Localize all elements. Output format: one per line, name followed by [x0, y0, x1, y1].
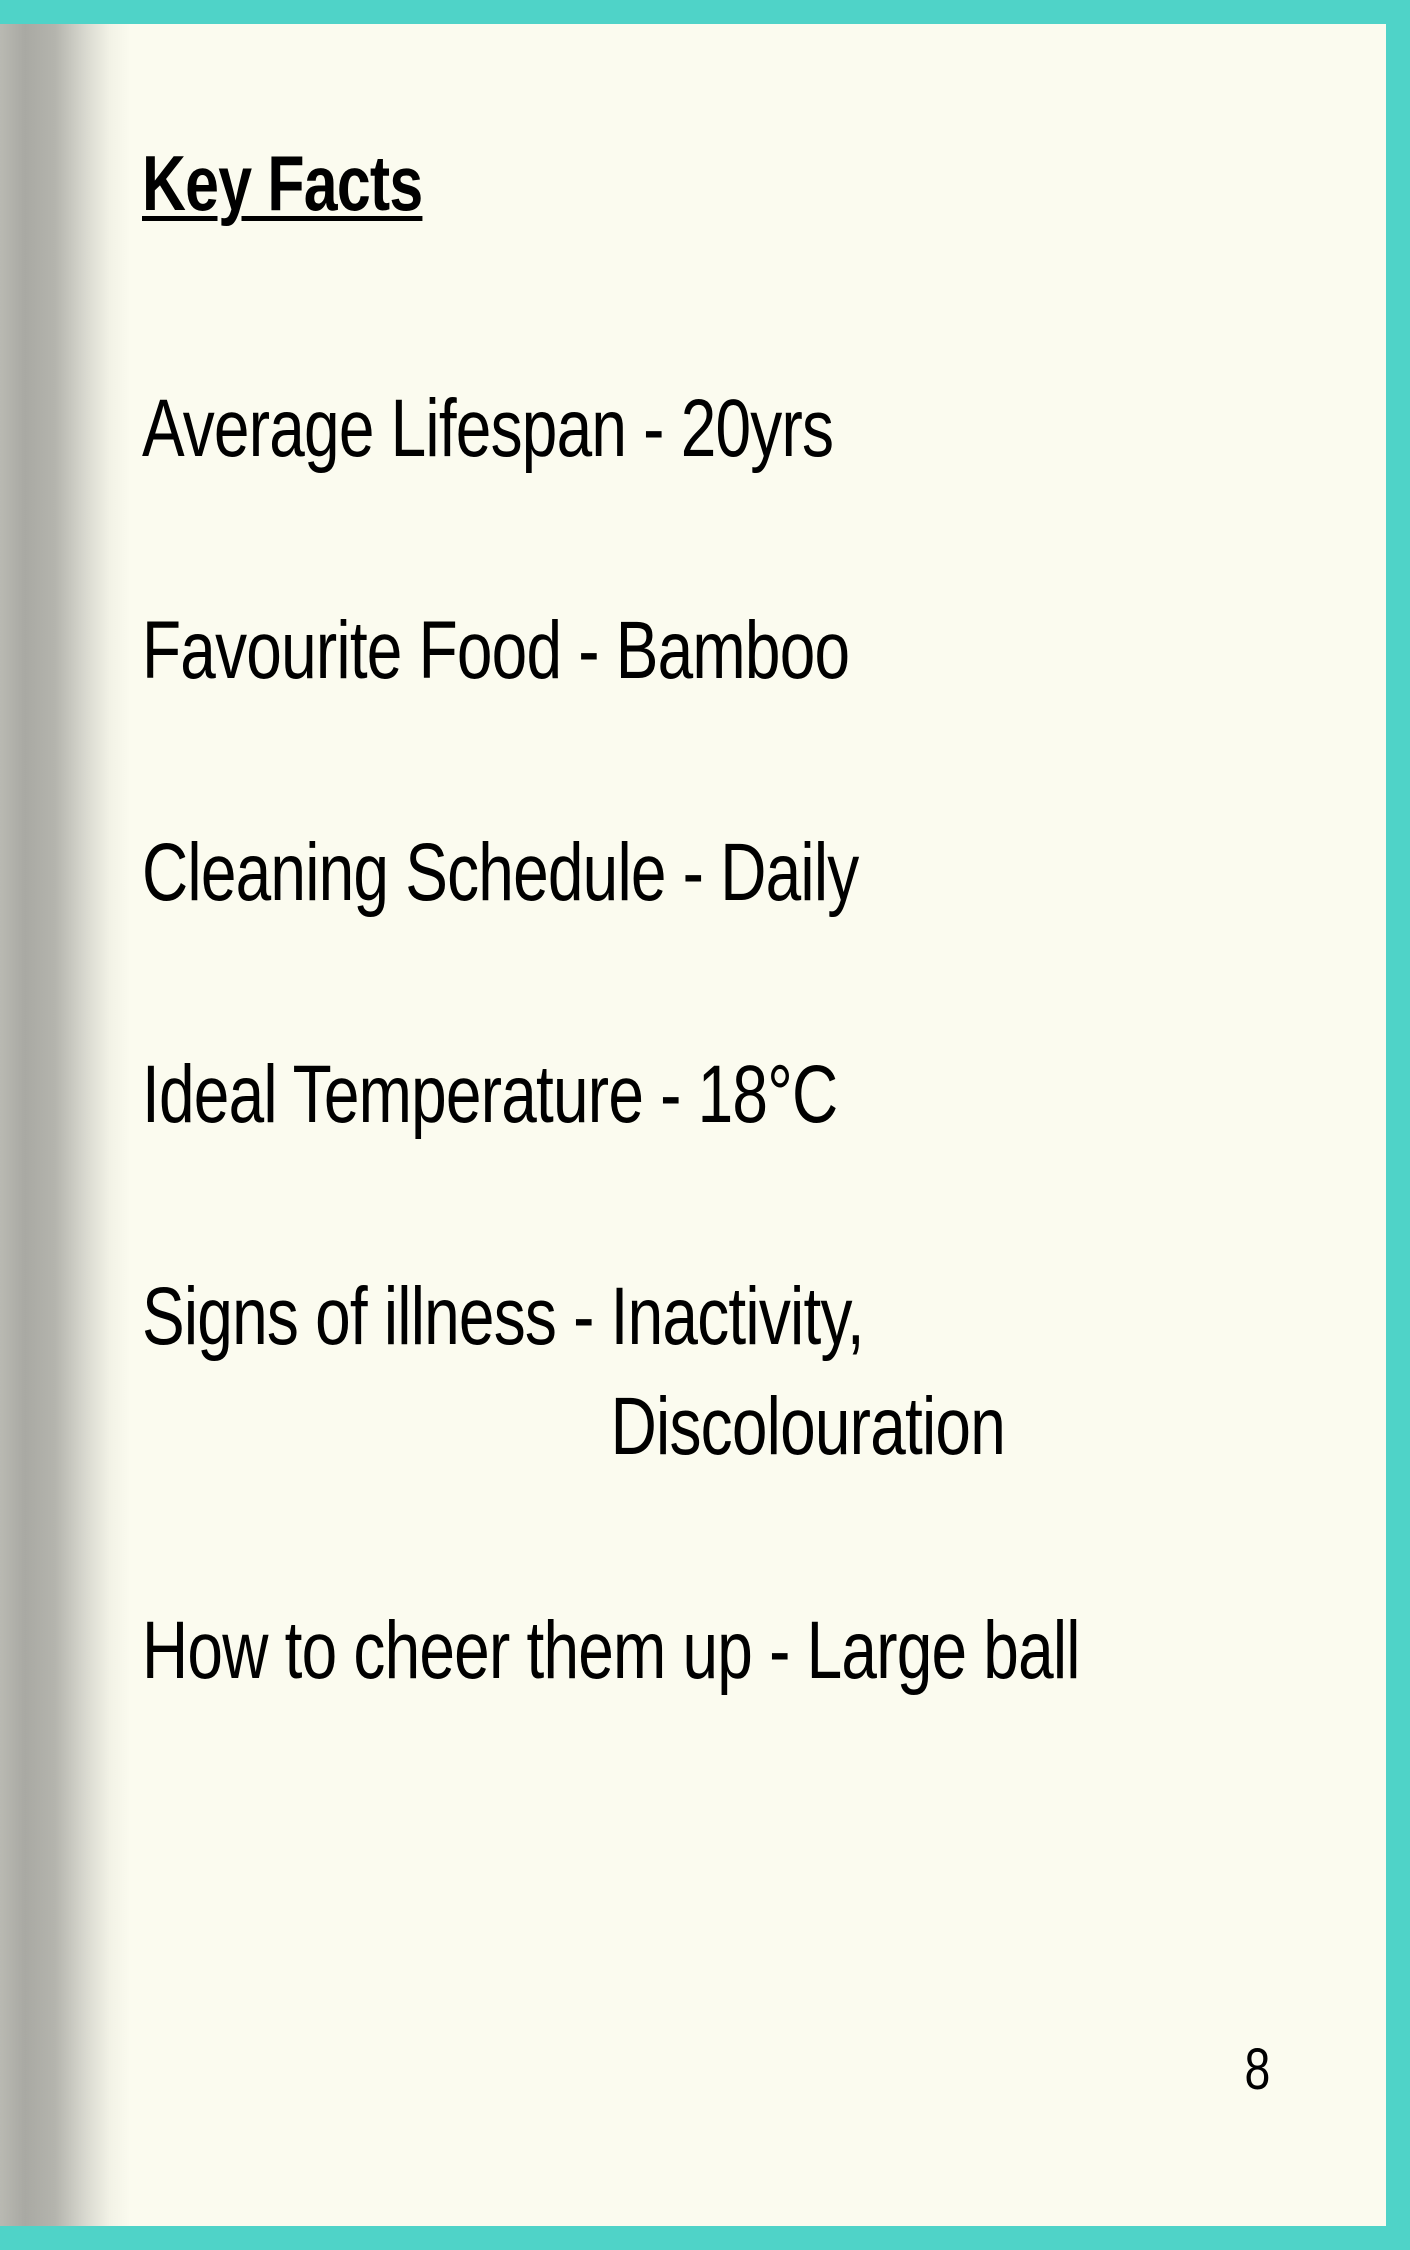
fact-value: Bamboo [615, 605, 850, 696]
fact-separator: - [665, 827, 721, 918]
fact-label: Ideal Temperature [142, 1049, 644, 1140]
fact-value-line-2: Discolouration [610, 1381, 1006, 1472]
fact-favourite-food: Favourite Food - Bamboo [142, 596, 850, 706]
fact-separator: - [643, 1049, 698, 1140]
fact-label: Average Lifespan [142, 383, 627, 474]
fact-how-to-cheer-up: How to cheer them up - Large ball [142, 1596, 1081, 1706]
book-page: Key Facts Average Lifespan - 20yrs Favou… [0, 24, 1386, 2226]
fact-ideal-temperature: Ideal Temperature - 18°C [142, 1040, 839, 1150]
fact-average-lifespan: Average Lifespan - 20yrs [142, 374, 834, 484]
fact-separator: - [752, 1605, 807, 1696]
fact-value: Large ball [806, 1605, 1081, 1696]
fact-separator: - [561, 605, 616, 696]
fact-value: 18°C [697, 1049, 839, 1140]
fact-value-multiline: Inactivity, Discolouration [610, 1262, 1006, 1482]
fact-value: 20yrs [680, 383, 834, 474]
fact-separator: - [556, 1271, 611, 1362]
spine-shadow [0, 24, 130, 2226]
page-title: Key Facts [142, 139, 423, 227]
fact-value: Daily [720, 827, 859, 918]
fact-cleaning-schedule: Cleaning Schedule - Daily [142, 818, 859, 928]
fact-label: Cleaning Schedule [142, 827, 666, 918]
fact-signs-of-illness: Signs of illness - Inactivity, Discoloura… [142, 1262, 1006, 1482]
fact-value-line-1: Inactivity, [610, 1271, 865, 1362]
fact-label: Favourite Food [142, 605, 562, 696]
fact-label: Signs of illness [142, 1271, 557, 1362]
page-border-frame: Key Facts Average Lifespan - 20yrs Favou… [0, 0, 1410, 2250]
fact-label: How to cheer them up [142, 1605, 753, 1696]
page-number: 8 [1244, 2037, 1270, 2102]
fact-separator: - [626, 383, 681, 474]
